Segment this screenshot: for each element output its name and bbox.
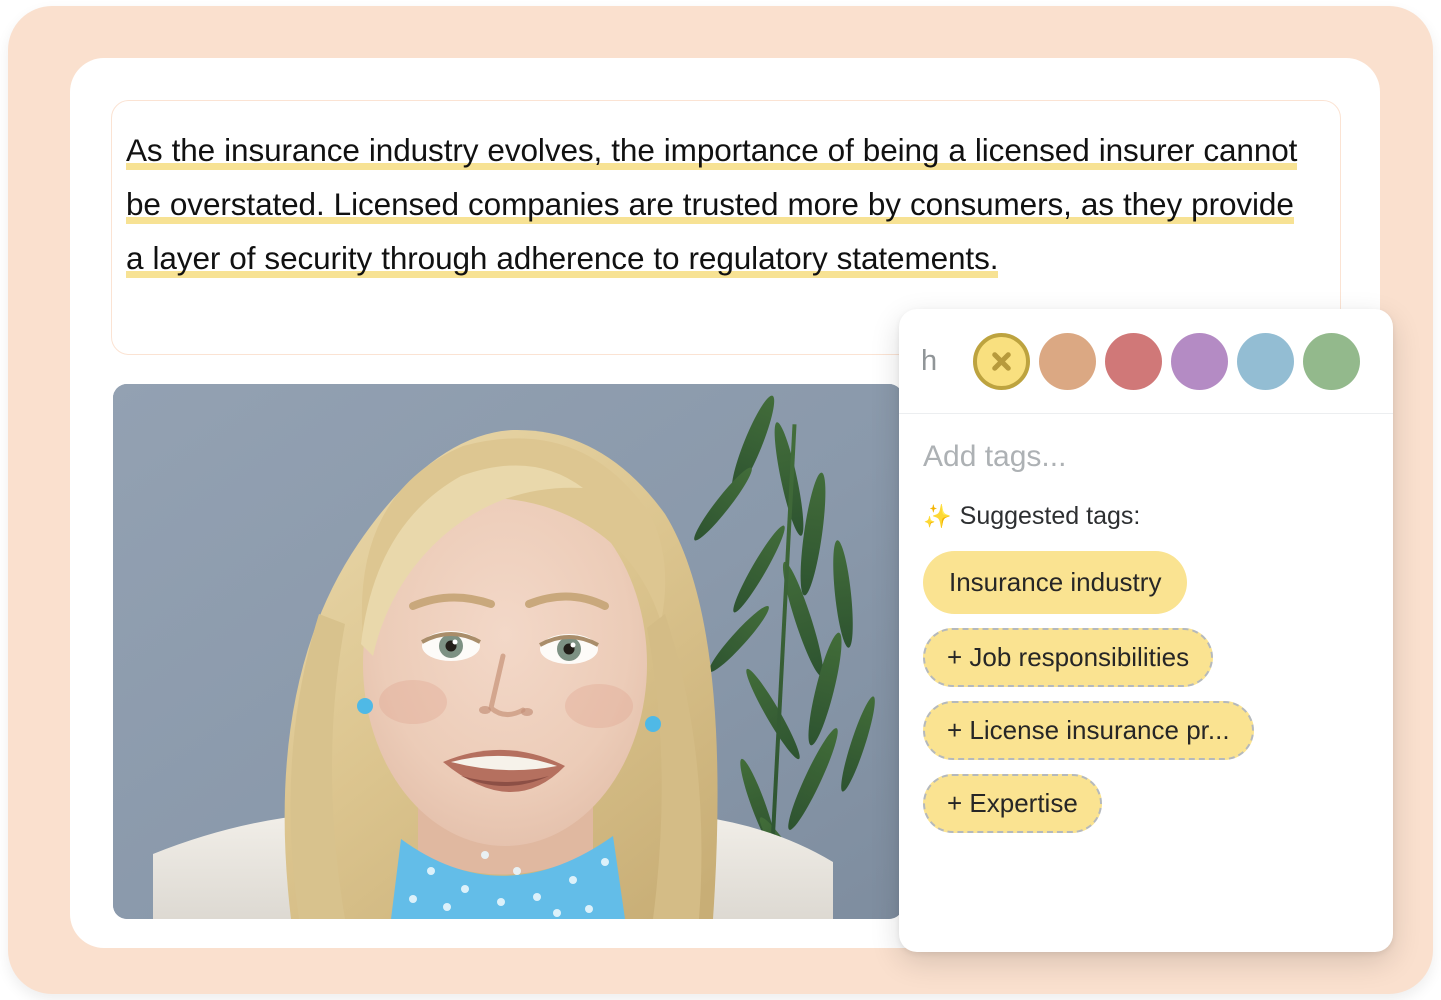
color-swatch-yellow-remove[interactable]: [973, 332, 1030, 390]
suggested-tags-section: ✨ Suggested tags: Insurance industry + J…: [899, 474, 1393, 833]
tag-popup: h ✨ Suggested tags: Insurance industry: [899, 309, 1393, 952]
transcript-highlighted-text[interactable]: As the insurance industry evolves, the i…: [126, 132, 1297, 278]
transcript-text: As the insurance industry evolves, the i…: [126, 123, 1316, 285]
color-swatch-green[interactable]: [1303, 332, 1360, 390]
color-swatch-purple[interactable]: [1171, 332, 1228, 390]
suggested-tag-chip[interactable]: + License insurance pr...: [923, 701, 1254, 760]
add-tags-input[interactable]: [923, 440, 1369, 474]
color-swatch-orange[interactable]: [1039, 332, 1096, 390]
suggested-tag-chip[interactable]: Insurance industry: [923, 551, 1188, 614]
suggested-tag-chip[interactable]: + Expertise: [923, 774, 1102, 833]
app-frame: As the insurance industry evolves, the i…: [8, 6, 1433, 994]
color-swatch-red[interactable]: [1105, 332, 1162, 390]
suggested-tag-list: Insurance industry + Job responsibilitie…: [923, 551, 1369, 833]
add-tags-row: [899, 414, 1393, 474]
suggested-tags-label: ✨ Suggested tags:: [923, 502, 1369, 531]
suggested-tag-chip[interactable]: + Job responsibilities: [923, 628, 1214, 687]
close-icon: [992, 351, 1011, 371]
video-thumbnail-image: [113, 384, 903, 919]
highlight-color-row: h: [899, 309, 1393, 414]
highlight-letter-label: h: [921, 344, 938, 377]
sparkles-icon: ✨: [923, 503, 952, 529]
video-thumbnail[interactable]: [113, 384, 903, 919]
suggested-tags-label-text: Suggested tags:: [959, 502, 1141, 530]
color-swatch-blue[interactable]: [1237, 332, 1294, 390]
